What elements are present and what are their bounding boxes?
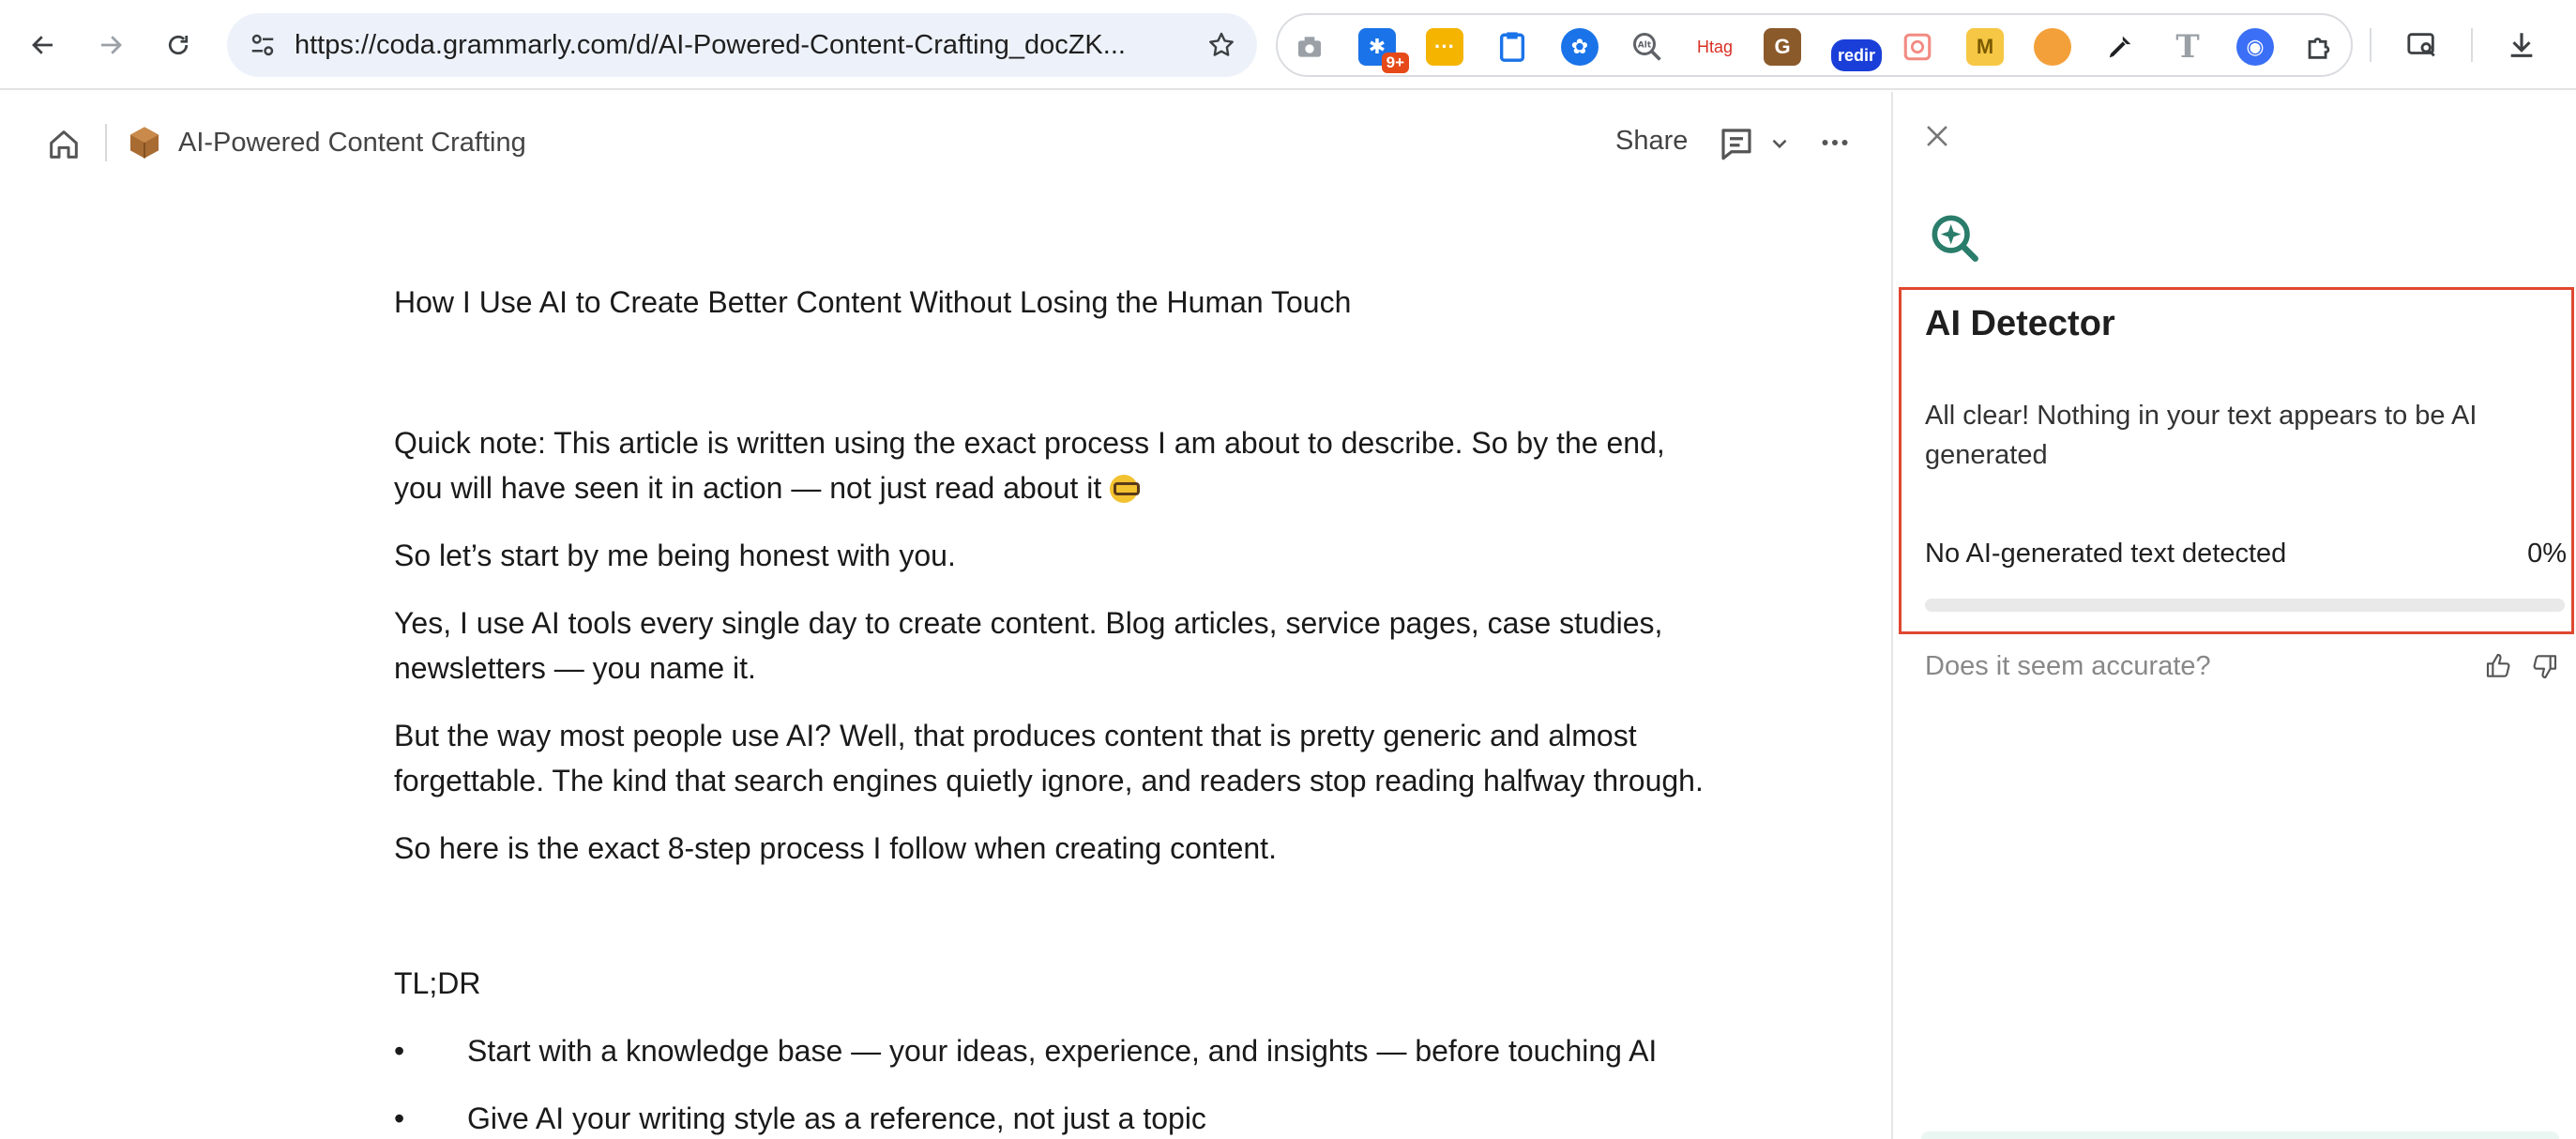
m-icon[interactable]: M	[1966, 28, 2004, 66]
home-icon[interactable]	[45, 126, 83, 163]
doc-box-icon	[130, 127, 159, 159]
gear-badge-icon[interactable]: ✱ 9+	[1358, 28, 1409, 73]
htag-icon[interactable]: Htag	[1696, 28, 1734, 66]
screenshot-icon[interactable]	[1899, 28, 1936, 66]
paragraph-line-text: you will have seen it in action — not ju…	[394, 471, 1102, 505]
header-divider	[105, 124, 107, 161]
extensions-bar: ✱ 9+ ··· ✿ Alt Htag G redir M T ◉	[1276, 13, 2353, 77]
flower-icon[interactable]: ✿	[1561, 28, 1599, 66]
comment-icon[interactable]	[1717, 124, 1756, 163]
back-button[interactable]	[21, 23, 66, 68]
thumbs-up-icon[interactable]	[2484, 651, 2514, 681]
ai-detector-panel: AI Detector All clear! Nothing in your t…	[1891, 92, 2576, 1139]
bullet-marker: •	[394, 1101, 405, 1135]
list-item-text: Give AI your writing style as a referenc…	[467, 1101, 1206, 1135]
thumbs-down-icon[interactable]	[2529, 651, 2559, 681]
chevron-down-icon[interactable]	[1767, 131, 1792, 156]
browser-toolbar: https://coda.grammarly.com/d/AI-Powered-…	[0, 0, 2576, 90]
svg-text:Alt: Alt	[1638, 41, 1652, 51]
toolbar-divider	[2471, 28, 2473, 62]
tab-search-icon	[2407, 33, 2435, 57]
reload-icon	[168, 35, 189, 55]
egg-icon[interactable]	[2034, 28, 2071, 66]
camera-icon[interactable]	[1291, 28, 1328, 66]
paragraph-line: Yes, I use AI tools every single day to …	[394, 606, 1663, 640]
notification-badge: 9+	[1381, 53, 1409, 73]
list-item-text: Start with a knowledge base — your ideas…	[467, 1034, 1658, 1068]
reload-button[interactable]	[156, 23, 201, 68]
paragraph-line: you will have seen it in action — not ju…	[394, 465, 1801, 510]
paragraph[interactable]: But the way most people use AI? Well, th…	[394, 713, 1801, 803]
tldr-heading[interactable]: TL;DR	[394, 961, 1801, 1006]
paragraph[interactable]: Yes, I use AI tools every single day to …	[394, 600, 1801, 691]
paragraph-line: forgettable. The kind that search engine…	[394, 764, 1704, 797]
result-percentage: 0%	[2527, 539, 2567, 569]
panel-footer	[1921, 1131, 2559, 1139]
eye-icon[interactable]: ◉	[2236, 28, 2274, 66]
paragraph[interactable]: So here is the exact 8-step process I fo…	[394, 826, 1801, 871]
close-icon[interactable]	[1921, 120, 1953, 152]
paragraph-line: newsletters — you name it.	[394, 651, 756, 685]
download-icon	[2510, 33, 2533, 57]
tab-search-button[interactable]	[2400, 23, 2445, 68]
puzzle-icon[interactable]	[2300, 28, 2338, 66]
doc-heading[interactable]: How I Use AI to Create Better Content Wi…	[394, 285, 1351, 320]
paragraph[interactable]: Quick note: This article is written usin…	[394, 420, 1801, 510]
url-text[interactable]: https://coda.grammarly.com/d/AI-Powered-…	[295, 30, 1195, 61]
share-button[interactable]: Share	[1615, 126, 1688, 157]
result-label: No AI-generated text detected	[1925, 539, 2287, 569]
paragraph[interactable]: So let’s start by me being honest with y…	[394, 533, 1801, 578]
toolbar-divider	[2370, 28, 2371, 62]
paragraph-line: Quick note: This article is written usin…	[394, 426, 1665, 460]
forward-button[interactable]	[88, 23, 133, 68]
panel-title: AI Detector	[1925, 304, 2115, 343]
more-options-icon[interactable]	[1818, 126, 1852, 159]
redir-icon[interactable]: redir	[1831, 39, 1882, 71]
arrow-left-icon	[32, 36, 53, 54]
site-info-icon[interactable]	[236, 19, 289, 71]
doc-header: AI-Powered Content Crafting Share	[0, 92, 1891, 195]
doc-title[interactable]: AI-Powered Content Crafting	[178, 128, 526, 159]
downloads-button[interactable]	[2499, 23, 2544, 68]
arrow-right-icon	[101, 36, 122, 54]
alt-search-icon[interactable]: Alt	[1629, 28, 1666, 66]
accuracy-prompt: Does it seem accurate?	[1925, 651, 2211, 681]
bullet-marker: •	[394, 1034, 405, 1068]
address-bar[interactable]: https://coda.grammarly.com/d/AI-Powered-…	[227, 13, 1257, 77]
ai-detector-magnifier-icon	[1932, 215, 1978, 262]
nerd-face-emoji-icon	[1110, 475, 1141, 503]
detector-message: All clear! Nothing in your text appears …	[1925, 401, 2478, 470]
eyedropper-icon[interactable]	[2101, 28, 2139, 66]
text-t-icon[interactable]: T	[2169, 28, 2206, 66]
dots-icon[interactable]: ···	[1426, 28, 1463, 66]
grammarly-g-icon[interactable]: G	[1764, 28, 1801, 66]
result-progress-bar	[1925, 599, 2565, 612]
paragraph-line: But the way most people use AI? Well, th…	[394, 719, 1637, 752]
clipboard-icon[interactable]	[1493, 28, 1531, 66]
bookmark-star-icon[interactable]	[1195, 19, 1248, 71]
